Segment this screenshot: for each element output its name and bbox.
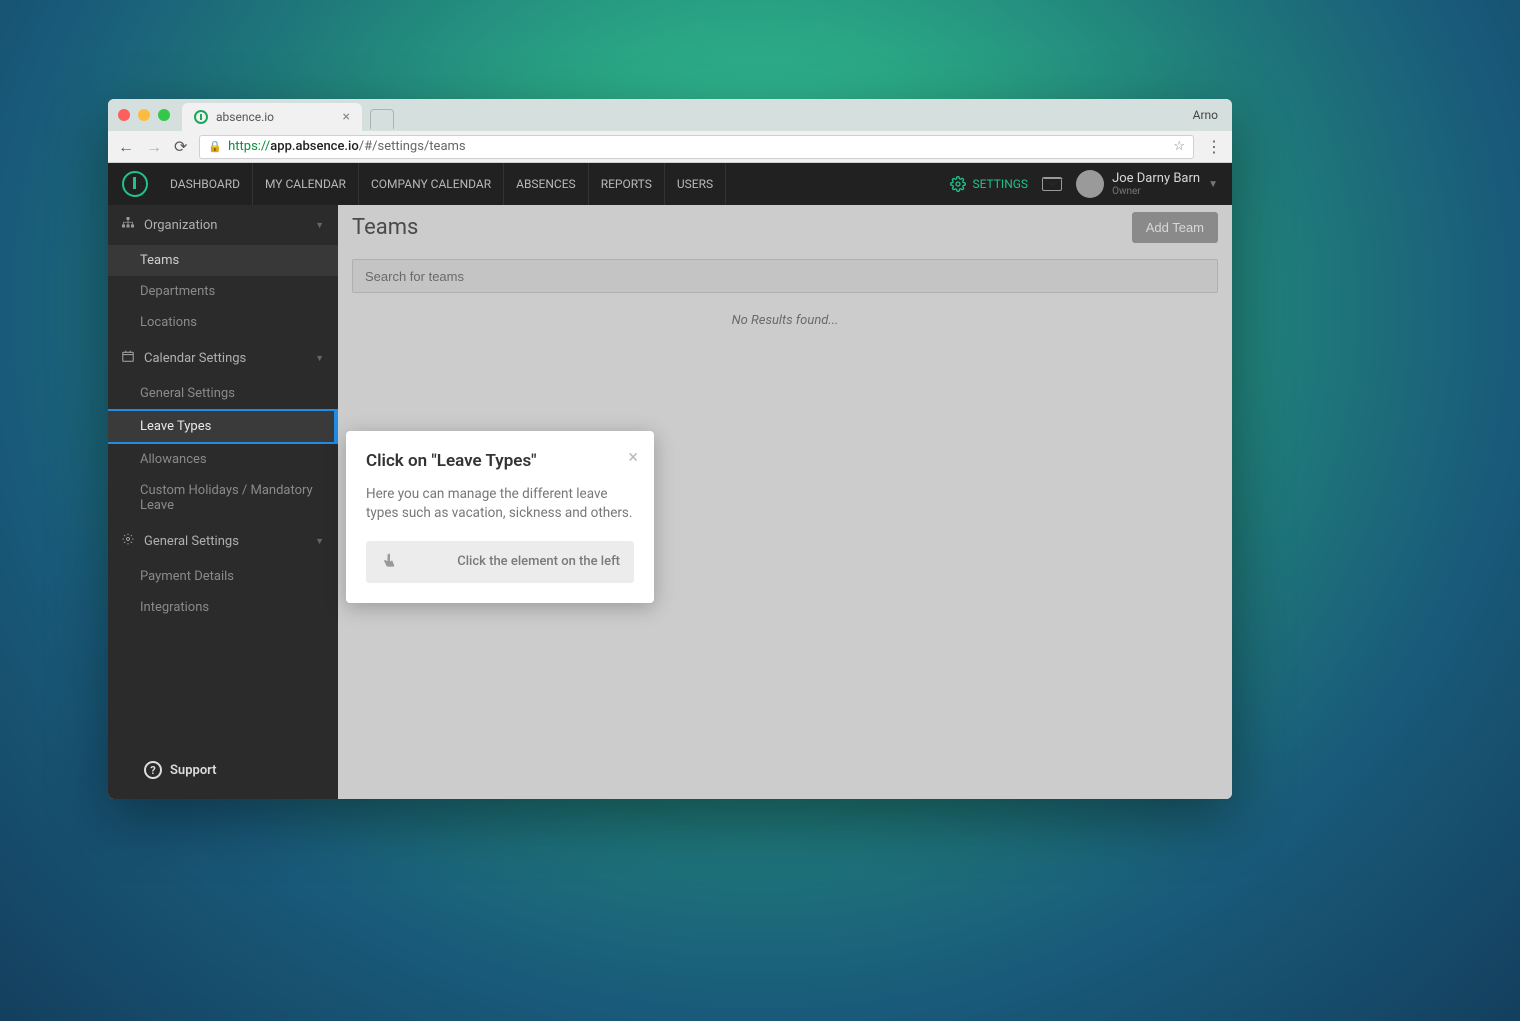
browser-window: absence.io × Arno ← → ⟳ 🔒 https://app.ab… <box>108 99 1232 799</box>
mail-icon[interactable] <box>1042 177 1062 191</box>
help-icon: ? <box>144 761 162 779</box>
nav-dashboard[interactable]: DASHBOARD <box>158 163 253 205</box>
back-button[interactable]: ← <box>118 137 134 157</box>
lock-icon: 🔒 <box>208 140 222 153</box>
sidebar-section-label: Calendar Settings <box>144 351 246 366</box>
chevron-down-icon: ▼ <box>315 536 324 547</box>
tooltip-action-text: Click the element on the left <box>414 554 620 569</box>
sidebar-item-teams[interactable]: Teams <box>108 245 338 276</box>
tooltip-title: Click on "Leave Types" <box>366 451 634 471</box>
sidebar-item-departments[interactable]: Departments <box>108 276 338 307</box>
chevron-down-icon: ▼ <box>315 353 324 364</box>
sidebar-item-integrations[interactable]: Integrations <box>108 592 338 623</box>
user-menu[interactable]: Joe Darny Barn Owner ▼ <box>1076 170 1218 198</box>
nav-users[interactable]: USERS <box>665 163 726 205</box>
maximize-window-button[interactable] <box>158 109 170 121</box>
support-label: Support <box>170 763 217 778</box>
browser-toolbar: ← → ⟳ 🔒 https://app.absence.io/#/setting… <box>108 131 1232 163</box>
sitemap-icon <box>122 217 134 233</box>
sidebar-item-locations[interactable]: Locations <box>108 307 338 338</box>
chevron-down-icon: ▼ <box>1208 179 1218 190</box>
chrome-profile-name[interactable]: Arno <box>1193 108 1218 122</box>
search-teams-input[interactable] <box>352 259 1218 293</box>
bookmark-star-icon[interactable]: ☆ <box>1173 139 1185 154</box>
onboarding-tooltip: × Click on "Leave Types" Here you can ma… <box>346 431 654 603</box>
tab-close-icon[interactable]: × <box>343 109 350 125</box>
sidebar-item-payment-details[interactable]: Payment Details <box>108 561 338 592</box>
address-bar[interactable]: 🔒 https://app.absence.io/#/settings/team… <box>199 135 1194 159</box>
tooltip-body: Here you can manage the different leave … <box>366 485 634 523</box>
tap-icon <box>380 551 400 573</box>
close-icon[interactable]: × <box>628 447 638 468</box>
avatar <box>1076 170 1104 198</box>
browser-tab-bar: absence.io × Arno <box>108 99 1232 131</box>
sidebar-section-calendar-settings[interactable]: Calendar Settings ▼ <box>108 338 338 378</box>
nav-company-calendar[interactable]: COMPANY CALENDAR <box>359 163 504 205</box>
settings-label: SETTINGS <box>972 177 1028 191</box>
nav-absences[interactable]: ABSENCES <box>504 163 589 205</box>
sidebar-item-general-settings[interactable]: General Settings <box>108 378 338 409</box>
forward-button: → <box>146 137 162 157</box>
settings-button[interactable]: SETTINGS <box>950 176 1028 192</box>
nav-my-calendar[interactable]: MY CALENDAR <box>253 163 359 205</box>
user-name: Joe Darny Barn <box>1112 171 1200 186</box>
no-results-text: No Results found... <box>338 303 1232 338</box>
window-controls <box>118 109 170 121</box>
support-link[interactable]: ? Support <box>108 745 338 799</box>
sidebar: Organization ▼ Teams Departments Locatio… <box>108 205 338 799</box>
sidebar-section-general-settings[interactable]: General Settings ▼ <box>108 521 338 561</box>
minimize-window-button[interactable] <box>138 109 150 121</box>
new-tab-button[interactable] <box>370 109 394 129</box>
sidebar-item-custom-holidays[interactable]: Custom Holidays / Mandatory Leave <box>108 475 338 521</box>
page-title: Teams <box>352 215 418 240</box>
browser-tab[interactable]: absence.io × <box>182 103 362 131</box>
tab-title: absence.io <box>216 110 274 124</box>
sidebar-item-leave-types[interactable]: Leave Types <box>108 409 338 444</box>
browser-menu-icon[interactable]: ⋮ <box>1206 137 1222 156</box>
close-window-button[interactable] <box>118 109 130 121</box>
sidebar-section-organization[interactable]: Organization ▼ <box>108 205 338 245</box>
user-role: Owner <box>1112 186 1200 197</box>
gear-icon <box>950 176 966 192</box>
sidebar-section-label: Organization <box>144 218 217 233</box>
nav-reports[interactable]: REPORTS <box>589 163 665 205</box>
app-body: Organization ▼ Teams Departments Locatio… <box>108 205 1232 799</box>
tab-favicon-icon <box>194 110 208 124</box>
tooltip-action: Click the element on the left <box>366 541 634 583</box>
app-logo-icon[interactable] <box>122 171 148 197</box>
gear-icon <box>122 533 134 549</box>
sidebar-item-allowances[interactable]: Allowances <box>108 444 338 475</box>
calendar-icon <box>122 350 134 366</box>
add-team-button[interactable]: Add Team <box>1132 212 1218 243</box>
reload-button[interactable]: ⟳ <box>174 137 187 156</box>
app-viewport: DASHBOARD MY CALENDAR COMPANY CALENDAR A… <box>108 163 1232 799</box>
app-header: DASHBOARD MY CALENDAR COMPANY CALENDAR A… <box>108 163 1232 205</box>
sidebar-section-label: General Settings <box>144 534 239 549</box>
chevron-down-icon: ▼ <box>315 220 324 231</box>
content-header: Teams Add Team <box>338 205 1232 249</box>
url-text: https://app.absence.io/#/settings/teams <box>228 139 466 154</box>
